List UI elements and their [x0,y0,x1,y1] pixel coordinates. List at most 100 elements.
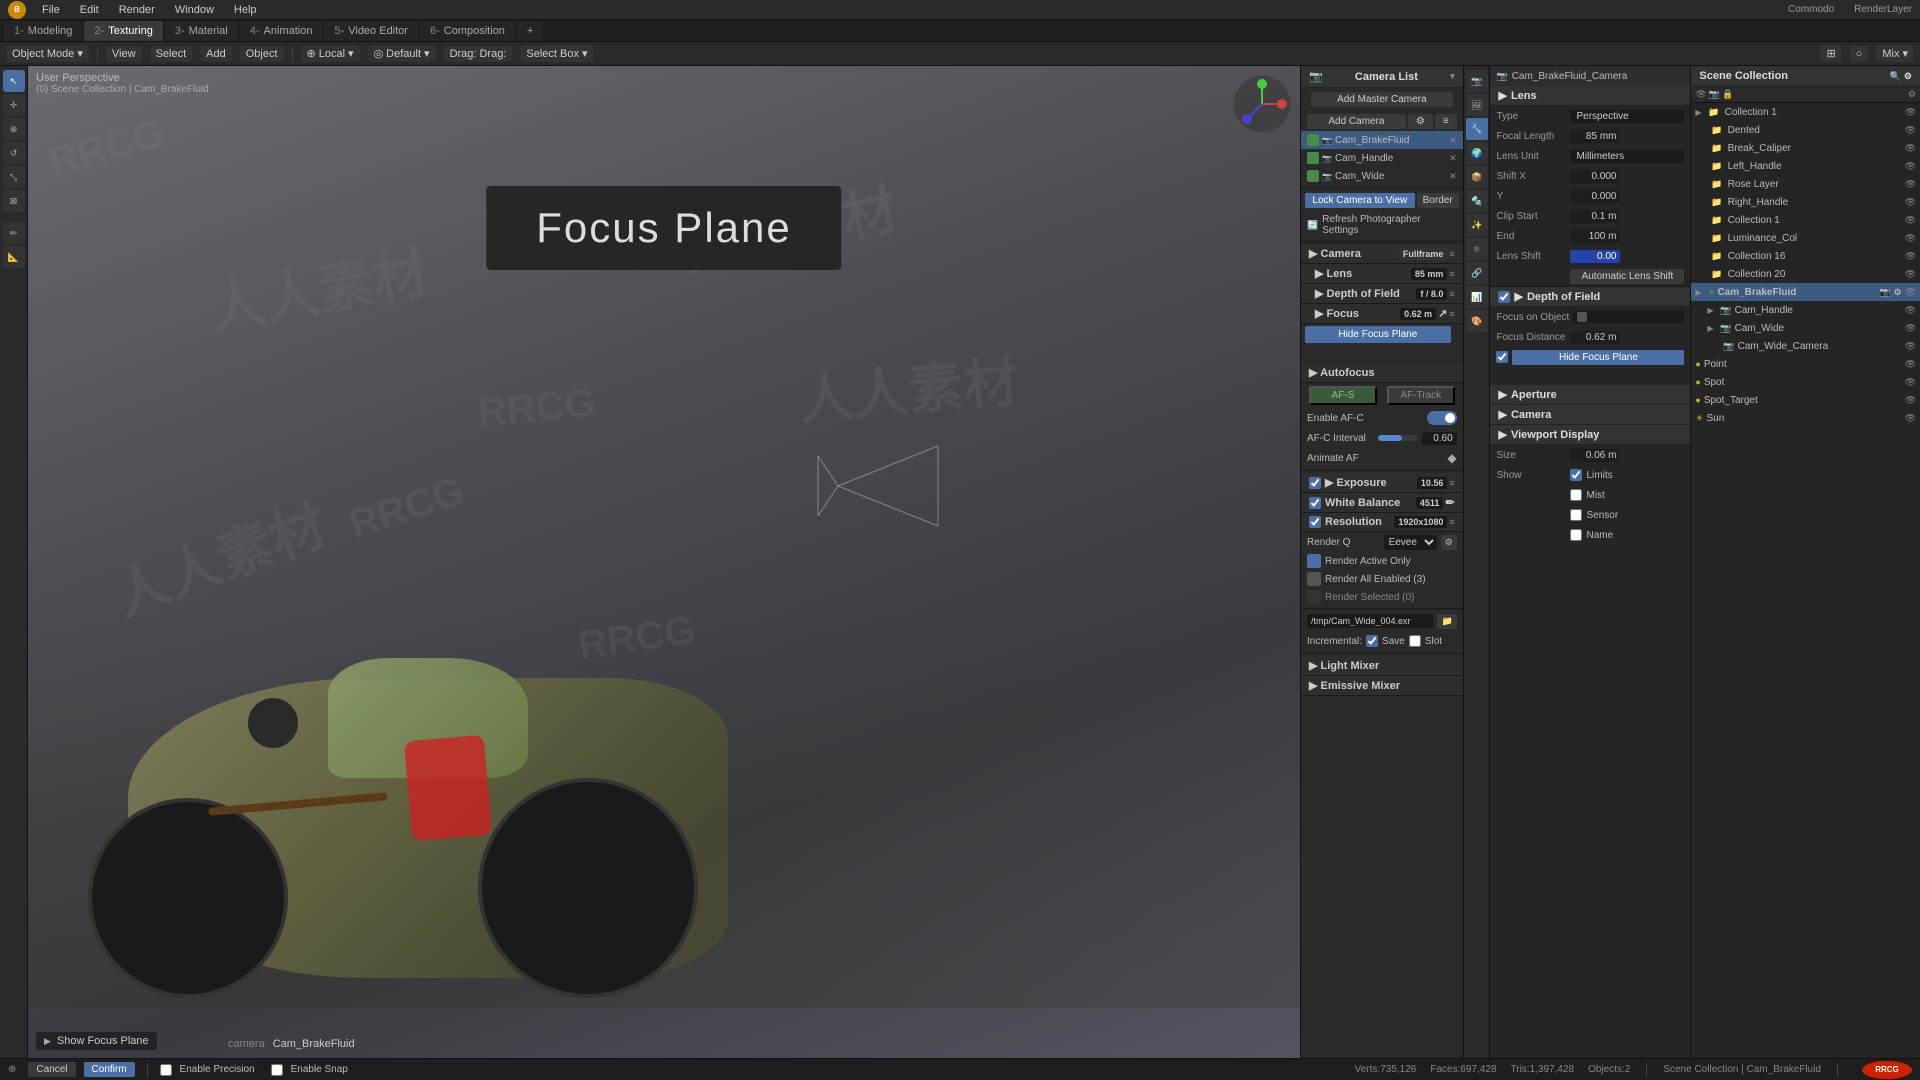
world-props-icon[interactable]: 🌍 [1466,142,1488,164]
pivot-selector[interactable]: ◎ Default ▾ [368,45,436,62]
filter-icon-3[interactable]: 🔒 [1722,89,1733,100]
show-focus-plane-label[interactable]: ▶ Show Focus Plane [36,1032,157,1050]
camera-section-props-header[interactable]: ▶ Camera [1490,405,1690,425]
camera-list-header[interactable]: 📷 Camera List ▾ [1301,66,1463,88]
size-input[interactable]: 0.06 m [1570,449,1620,462]
cam-handle-entry[interactable]: 📷 Cam_Handle ✕ [1301,149,1463,167]
enable-precision-checkbox[interactable] [160,1064,172,1076]
mist-checkbox[interactable] [1570,489,1582,501]
rose-layer-item[interactable]: 📁 Rose Layer 👁 [1691,175,1920,193]
dof-enabled-checkbox[interactable] [1498,291,1510,303]
hide-focus-plane-checkbox[interactable] [1496,351,1508,363]
move-tool[interactable]: ⊕ [3,118,25,140]
view-menu[interactable]: View [106,46,142,62]
cancel-btn[interactable]: Cancel [28,1062,75,1077]
dof-props-header[interactable]: ▶ Depth of Field [1490,287,1690,307]
left-handle-item[interactable]: 📁 Left_Handle 👁 [1691,157,1920,175]
select-tool[interactable]: ↖ [3,70,25,92]
cam-handle-collection-item[interactable]: ▶ 📷 Cam_Handle 👁 [1691,301,1920,319]
modifier-props-icon[interactable]: 🔩 [1466,190,1488,212]
focus-section-header[interactable]: ▶ Focus 0.62 m ↗ ≡ [1301,304,1463,324]
window-menu[interactable]: Window [171,4,218,16]
exposure-checkbox[interactable] [1309,477,1321,489]
snap-toggle[interactable]: ⊞ [1820,45,1841,62]
proportional-toggle[interactable]: ○ [1850,46,1869,62]
constraint-props-icon[interactable]: 🔗 [1466,262,1488,284]
select-menu[interactable]: Select [150,46,193,62]
hide-focus-plane-props-btn[interactable]: Hide Focus Plane [1512,350,1684,365]
focus-on-object-input[interactable] [1573,311,1684,323]
cam-handle-checkbox[interactable] [1307,152,1319,164]
right-handle-item[interactable]: 📁 Right_Handle 👁 [1691,193,1920,211]
tab-composition[interactable]: 6-Composition [420,21,515,41]
render-q-selector[interactable]: Eevee Cycles [1384,535,1437,550]
cam-brakefluid-collection-item[interactable]: ▶ ● Cam_BrakeFluid 📷 ⚙ 👁 [1691,283,1920,301]
confirm-btn[interactable]: Confirm [84,1062,135,1077]
obj-props-icon[interactable]: 📦 [1466,166,1488,188]
autofocus-header[interactable]: ▶ Autofocus [1301,363,1463,383]
type-selector[interactable]: Perspective [1570,110,1684,123]
lens-shift-input[interactable]: 0.00 [1570,250,1620,263]
spot-light-item[interactable]: ● Spot 👁 [1691,373,1920,391]
tab-material[interactable]: 3-Material [165,21,238,41]
sensor-checkbox[interactable] [1570,509,1582,521]
physics-props-icon[interactable]: ⚛ [1466,238,1488,260]
exposure-header[interactable]: ▶ Exposure 10.56 ≡ [1301,473,1463,493]
cursor-tool[interactable]: ✛ [3,94,25,116]
break-caliper-item[interactable]: 📁 Break_Caliper 👁 [1691,139,1920,157]
animate-af-keyframe[interactable]: ◆ [1447,451,1456,465]
mix-selector[interactable]: Mix ▾ [1876,45,1914,62]
camera-options-btn[interactable]: ⚙ [1408,114,1433,129]
data-props-icon[interactable]: 📊 [1466,286,1488,308]
render-selected-btn[interactable]: Render Selected (0) [1301,588,1463,606]
shift-x-input[interactable]: 0.000 [1570,170,1620,183]
resolution-header[interactable]: Resolution 1920x1080 ≡ [1301,513,1463,532]
cam-wide-collection-item[interactable]: ▶ 📷 Cam_Wide 👁 [1691,319,1920,337]
filter-icon[interactable]: 🔍 [1890,71,1901,82]
edit-menu[interactable]: Edit [76,4,103,16]
light-mixer-header[interactable]: ▶ Light Mixer [1301,656,1463,676]
clip-end-input[interactable]: 100 m [1570,230,1620,243]
collection-20-item[interactable]: 📁 Collection 20 👁 [1691,265,1920,283]
material-props-icon[interactable]: 🎨 [1466,310,1488,332]
cam-brakefluid-checkbox[interactable] [1307,134,1319,146]
render-menu[interactable]: Render [115,4,159,16]
3d-viewport[interactable]: RRCG 人人素材 RRCG 人人素材 RRCG 人人素材 RRCG 人人素材 [28,66,1300,1058]
scene-collection-header[interactable]: Scene Collection 🔍 ⚙ [1691,66,1920,87]
auto-lens-shift-btn[interactable]: Automatic Lens Shift [1570,269,1684,284]
af-track-btn[interactable]: AF-Track [1387,386,1455,405]
white-balance-header[interactable]: White Balance 4511 ✏ [1301,493,1463,513]
refresh-row[interactable]: 🔄 Refresh Photographer Settings [1301,211,1463,239]
lens-unit-selector[interactable]: Millimeters [1570,150,1684,163]
emissive-mixer-header[interactable]: ▶ Emissive Mixer [1301,676,1463,696]
camera-list-btn[interactable]: ≡ [1435,114,1457,129]
collection-1-sub-item[interactable]: 📁 Collection 1 👁 [1691,211,1920,229]
dof-section-header[interactable]: ▶ Depth of Field f / 8.0 ≡ [1301,284,1463,304]
cam-wide-checkbox[interactable] [1307,170,1319,182]
tab-texturing[interactable]: 2-Texturing [84,21,162,41]
luminance-col-item[interactable]: 📁 Luminance_Col 👁 [1691,229,1920,247]
filter-icon-2[interactable]: 📷 [1709,89,1720,100]
output-folder-btn[interactable]: 📁 [1437,614,1456,629]
file-menu[interactable]: File [38,4,64,16]
select-box-selector[interactable]: Select Box ▾ [520,45,593,62]
limits-checkbox[interactable] [1570,469,1582,481]
wb-checkbox[interactable] [1309,497,1321,509]
cam-wide-camera-item[interactable]: 📷 Cam_Wide_Camera 👁 [1691,337,1920,355]
afc-interval-input[interactable] [1422,432,1457,445]
shift-y-input[interactable]: 0.000 [1570,190,1620,203]
render-all-btn[interactable]: Render All Enabled (3) [1301,570,1463,588]
afc-interval-slider[interactable] [1378,435,1418,441]
object-menu[interactable]: Object [240,46,284,62]
filter-icon-1[interactable]: 👁 [1695,89,1706,100]
add-menu[interactable]: Add [200,46,232,62]
help-menu[interactable]: Help [230,4,261,16]
lock-camera-btn[interactable]: Lock Camera to View [1305,193,1415,208]
cam-wide-entry[interactable]: 📷 Cam_Wide ✕ [1301,167,1463,185]
rotate-tool[interactable]: ↺ [3,142,25,164]
measure-tool[interactable]: 📐 [3,246,25,268]
lens-props-header[interactable]: ▶ Lens [1490,86,1690,106]
border-btn[interactable]: Border [1417,193,1459,208]
tab-video-editor[interactable]: 5-Video Editor [324,21,418,41]
orientation-selector[interactable]: ⊕ Local ▾ [301,45,360,62]
